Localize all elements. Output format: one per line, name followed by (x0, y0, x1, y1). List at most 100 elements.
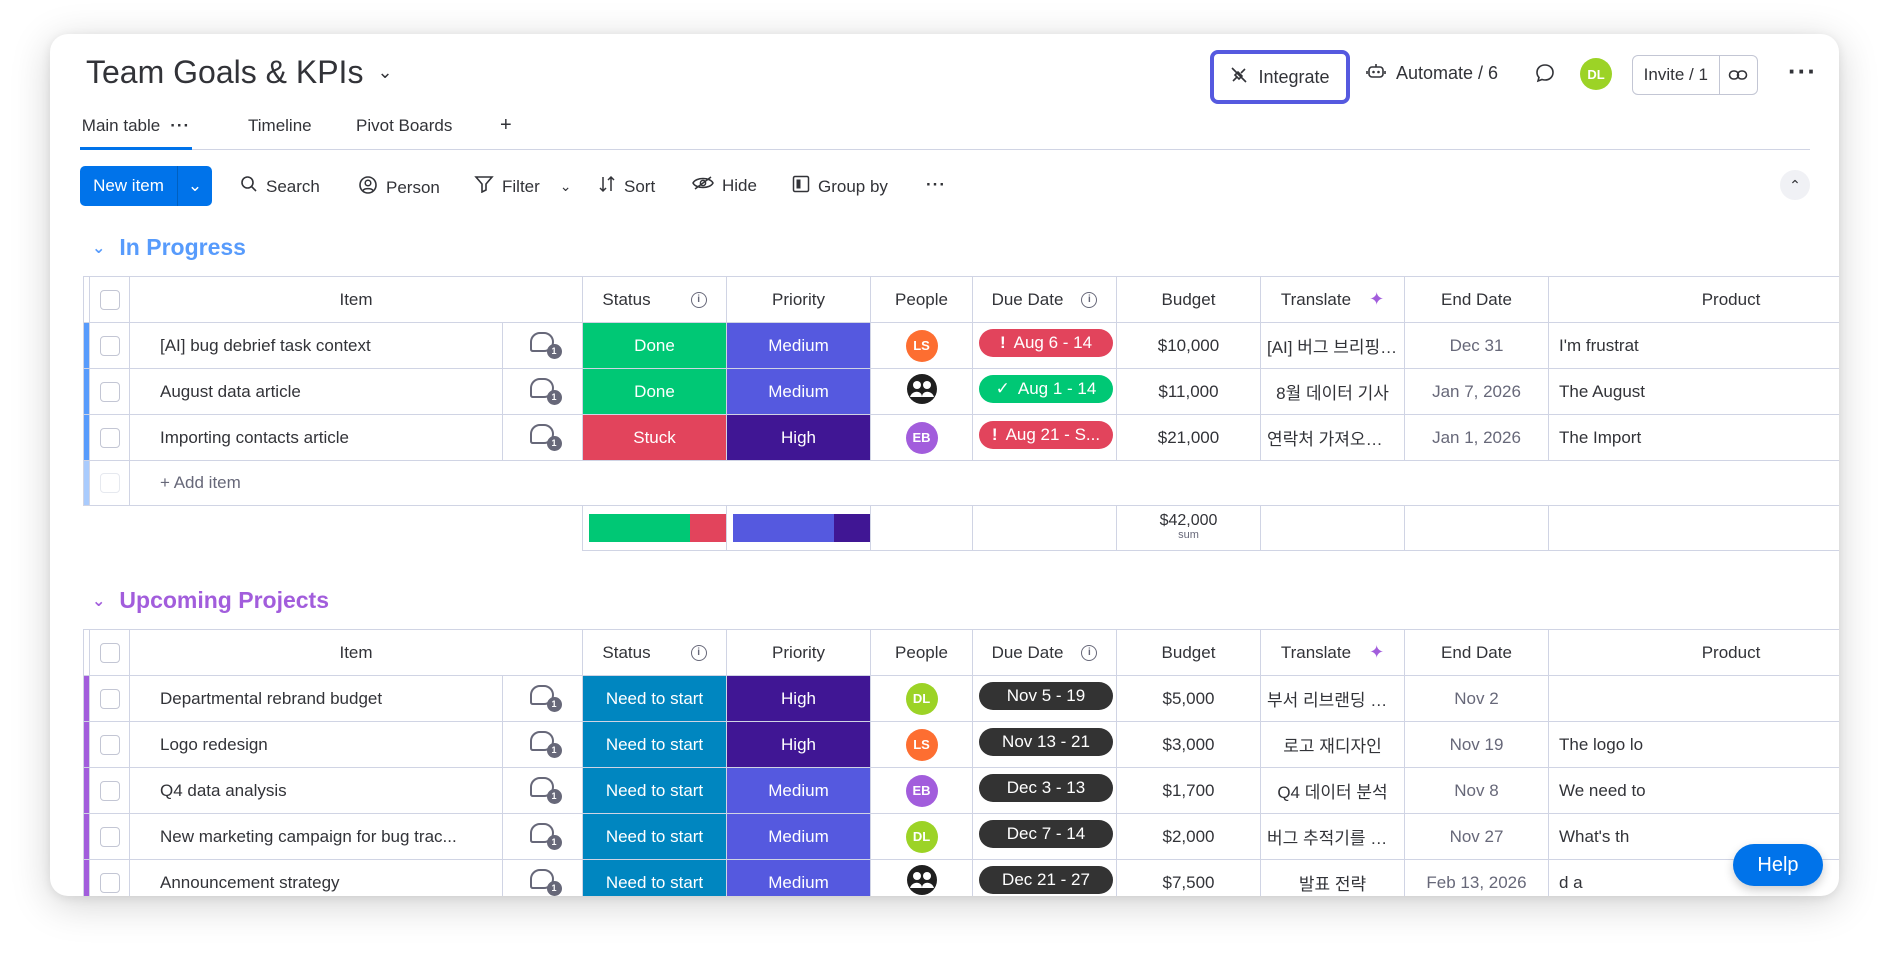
info-icon[interactable]: i (1081, 645, 1098, 662)
item-name[interactable]: Logo redesign (129, 721, 503, 768)
budget-cell[interactable]: $3,000 (1116, 721, 1261, 768)
product-cell[interactable]: I'm frustrat (1548, 322, 1839, 369)
status-cell[interactable]: Done (582, 368, 727, 415)
add-item-row[interactable]: + Add item (83, 460, 1839, 506)
column-header-due-date[interactable]: Due Date i (972, 276, 1117, 323)
row-checkbox[interactable] (99, 826, 120, 847)
info-icon[interactable]: i (1081, 292, 1098, 309)
column-header-status[interactable]: Status i (582, 276, 727, 323)
priority-cell[interactable]: Medium (726, 368, 871, 415)
end-date-cell[interactable]: Nov 27 (1404, 813, 1549, 860)
priority-cell[interactable]: Medium (726, 322, 871, 369)
people-cell[interactable]: LS (870, 322, 973, 369)
table-row[interactable]: Q4 data analysis 1 Need to start Medium EB De… (83, 767, 1839, 814)
comment-bubble-icon[interactable]: 1 (529, 823, 562, 850)
more-toolbar-icon[interactable]: ··· (926, 175, 946, 195)
info-icon[interactable]: i (690, 292, 707, 309)
date-pill[interactable]: Nov 13 - 21 (979, 728, 1113, 756)
date-pill[interactable]: Nov 5 - 19 (979, 682, 1113, 710)
priority-cell[interactable]: High (726, 675, 871, 722)
table-row[interactable]: August data article 1 Done Medium ✓ Aug 1 - 1… (83, 368, 1839, 415)
table-row[interactable]: Importing contacts article 1 Stuck High EB ! A… (83, 414, 1839, 461)
item-name[interactable]: [AI] bug debrief task context (129, 322, 503, 369)
chevron-down-icon[interactable]: ⌄ (560, 178, 572, 195)
due-date-cell[interactable]: Dec 7 - 14 (972, 813, 1117, 860)
date-pill[interactable]: Dec 7 - 14 (979, 820, 1113, 848)
budget-cell[interactable]: $2,000 (1116, 813, 1261, 860)
people-cell[interactable]: EB (870, 767, 973, 814)
column-header-item[interactable]: Item (129, 629, 583, 676)
conversation-cell[interactable]: 1 (502, 859, 583, 896)
link-icon[interactable] (1720, 56, 1757, 94)
table-row[interactable]: New marketing campaign for bug trac... 1 N… (83, 813, 1839, 860)
product-cell[interactable]: We need to (1548, 767, 1839, 814)
group-title-upcoming-projects[interactable]: ⌄ Upcoming Projects (92, 587, 329, 614)
end-date-cell[interactable]: Jan 7, 2026 (1404, 368, 1549, 415)
comment-bubble-icon[interactable]: 1 (529, 777, 562, 804)
column-header-end-date[interactable]: End Date (1404, 629, 1549, 676)
comment-bubble-icon[interactable]: 1 (529, 731, 562, 758)
budget-cell[interactable]: $5,000 (1116, 675, 1261, 722)
date-pill[interactable]: ✓ Aug 1 - 14 (979, 375, 1113, 403)
chevron-down-icon[interactable]: ⌄ (178, 166, 212, 206)
row-checkbox[interactable] (99, 335, 120, 356)
row-checkbox[interactable] (99, 734, 120, 755)
people-cell[interactable]: DL (870, 675, 973, 722)
people-cell[interactable]: EB (870, 414, 973, 461)
chevron-down-icon[interactable]: ⌄ (92, 238, 105, 258)
add-item-input[interactable]: + Add item (129, 460, 1839, 506)
row-checkbox[interactable] (99, 688, 120, 709)
date-pill[interactable]: Dec 21 - 27 (979, 866, 1113, 894)
conversation-cell[interactable]: 1 (502, 368, 583, 415)
date-pill[interactable]: ! Aug 21 - S... (979, 421, 1113, 449)
due-date-cell[interactable]: ! Aug 6 - 14 (972, 322, 1117, 369)
column-header-budget[interactable]: Budget (1116, 629, 1261, 676)
invite-button[interactable]: Invite / 1 (1632, 55, 1758, 95)
column-header-product[interactable]: Product (1548, 276, 1839, 323)
more-options-icon[interactable]: ··· (1788, 56, 1817, 87)
team-avatar-icon[interactable] (906, 864, 938, 896)
end-date-cell[interactable]: Feb 13, 2026 (1404, 859, 1549, 896)
column-header-end-date[interactable]: End Date (1404, 276, 1549, 323)
column-header-priority[interactable]: Priority (726, 629, 871, 676)
add-view-button[interactable]: + (500, 110, 512, 150)
table-row[interactable]: [AI] bug debrief task context 1 Done Medium… (83, 322, 1839, 369)
status-cell[interactable]: Done (582, 322, 727, 369)
people-cell[interactable] (870, 859, 973, 896)
translate-cell[interactable]: 발표 전략 (1260, 859, 1405, 896)
column-header-status[interactable]: Status i (582, 629, 727, 676)
select-all-checkbox[interactable] (99, 642, 120, 663)
translate-cell[interactable]: 연락처 가져오기 기사 (1260, 414, 1405, 461)
row-checkbox[interactable] (99, 427, 120, 448)
tab-main-table[interactable]: Main table ··· (80, 110, 192, 150)
conversation-cell[interactable]: 1 (502, 813, 583, 860)
status-summary[interactable] (582, 505, 727, 551)
item-name[interactable]: Q4 data analysis (129, 767, 503, 814)
comment-bubble-icon[interactable]: 1 (529, 869, 562, 896)
conversation-cell[interactable]: 1 (502, 767, 583, 814)
column-header-product[interactable]: Product (1548, 629, 1839, 676)
conversation-cell[interactable]: 1 (502, 675, 583, 722)
conversation-cell[interactable]: 1 (502, 721, 583, 768)
budget-cell[interactable]: $11,000 (1116, 368, 1261, 415)
status-cell[interactable]: Need to start (582, 767, 727, 814)
row-checkbox[interactable] (99, 780, 120, 801)
due-date-cell[interactable]: Dec 3 - 13 (972, 767, 1117, 814)
people-cell[interactable]: LS (870, 721, 973, 768)
translate-cell[interactable]: [AI] 버그 브리핑 작... (1260, 322, 1405, 369)
item-name[interactable]: New marketing campaign for bug trac... (129, 813, 503, 860)
people-cell[interactable]: DL (870, 813, 973, 860)
translate-cell[interactable]: Q4 데이터 분석 (1260, 767, 1405, 814)
end-date-cell[interactable]: Jan 1, 2026 (1404, 414, 1549, 461)
avatar[interactable]: EB (905, 774, 938, 807)
comment-bubble-icon[interactable]: 1 (529, 378, 562, 405)
translate-cell[interactable]: 8월 데이터 기사 (1260, 368, 1405, 415)
new-item-button[interactable]: New item ⌄ (80, 166, 212, 206)
budget-cell[interactable]: $21,000 (1116, 414, 1261, 461)
product-cell[interactable]: The Import (1548, 414, 1839, 461)
due-date-cell[interactable]: ✓ Aug 1 - 14 (972, 368, 1117, 415)
person-filter-button[interactable]: Person (358, 175, 440, 200)
status-cell[interactable]: Need to start (582, 859, 727, 896)
table-row[interactable]: Departmental rebrand budget 1 Need to star… (83, 675, 1839, 722)
avatar[interactable]: EB (905, 421, 938, 454)
